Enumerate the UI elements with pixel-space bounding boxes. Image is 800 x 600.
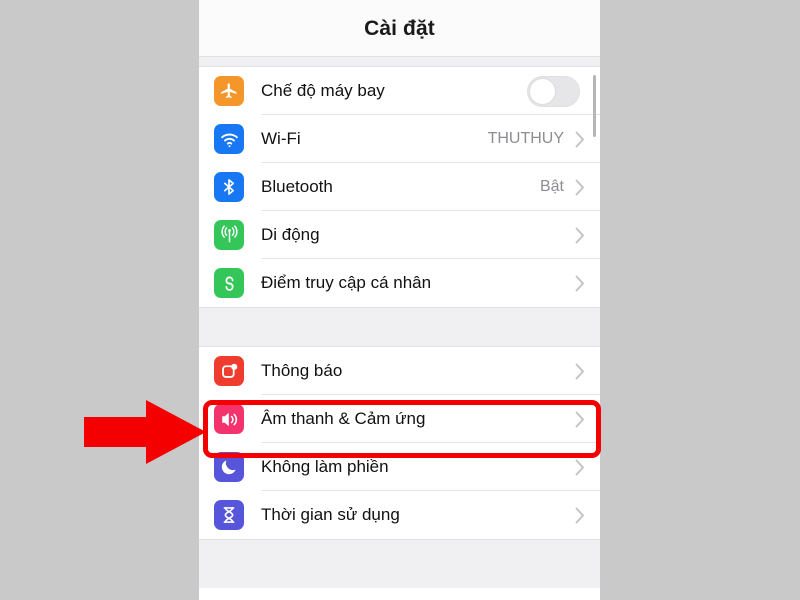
notifications-icon (214, 356, 244, 386)
settings-row-label: Di động (261, 225, 320, 244)
chevron-right-icon (572, 507, 588, 524)
airplane-icon (214, 76, 244, 106)
settings-row-label: Chế độ máy bay (261, 81, 385, 100)
chevron-right-icon (572, 179, 588, 196)
chevron-right-icon (572, 363, 588, 380)
settings-row-bluetooth[interactable]: Bluetooth Bật (199, 163, 600, 211)
settings-row-sounds-haptics[interactable]: Âm thanh & Cảm ứng (199, 395, 600, 443)
chevron-right-icon (572, 275, 588, 292)
settings-row-screen-time[interactable]: Thời gian sử dụng (199, 491, 600, 539)
settings-row-wifi[interactable]: Wi-Fi THUTHUY (199, 115, 600, 163)
chevron-right-icon (572, 227, 588, 244)
settings-group-system: Thông báo Âm thanh & Cảm ứng Không làm p… (199, 346, 600, 540)
settings-row-personal-hotspot[interactable]: Điểm truy cập cá nhân (199, 259, 600, 307)
settings-row-label: Không làm phiền (261, 457, 389, 476)
chevron-right-icon (572, 131, 588, 148)
navigation-bar: Cài đặt (199, 0, 600, 57)
toggle-knob (529, 77, 556, 105)
wifi-icon (214, 124, 244, 154)
settings-row-notifications[interactable]: Thông báo (199, 347, 600, 395)
chevron-right-icon (572, 411, 588, 428)
settings-row-airplane-mode[interactable]: Chế độ máy bay (199, 67, 600, 115)
chevron-right-icon (572, 459, 588, 476)
section-gap-bottom (199, 540, 600, 588)
cellular-icon (214, 220, 244, 250)
vertical-scrollbar[interactable] (593, 75, 596, 137)
page-title: Cài đặt (364, 17, 435, 40)
do-not-disturb-moon-icon (214, 452, 244, 482)
settings-group-connectivity: Chế độ máy bay Wi-Fi THUTHUY Bluetooth B… (199, 66, 600, 308)
settings-row-label: Âm thanh & Cảm ứng (261, 409, 426, 428)
bluetooth-icon (214, 172, 244, 202)
airplane-mode-toggle[interactable] (527, 75, 580, 107)
personal-hotspot-icon (214, 268, 244, 298)
phone-screen: Cài đặt Chế độ máy bay Wi-Fi THUTHUY Blu… (199, 0, 600, 600)
settings-row-value: Bật (539, 178, 564, 195)
settings-row-label: Thông báo (261, 361, 343, 380)
settings-row-label: Bluetooth (261, 177, 333, 196)
settings-row-label: Wi-Fi (261, 129, 301, 148)
settings-row-label: Điểm truy cập cá nhân (261, 273, 432, 292)
screen-time-hourglass-icon (214, 500, 244, 530)
settings-row-label: Thời gian sử dụng (261, 505, 400, 524)
section-gap-top (199, 57, 600, 66)
red-arrow-pointing-right (84, 400, 206, 464)
settings-row-do-not-disturb[interactable]: Không làm phiền (199, 443, 600, 491)
settings-row-value: THUTHUY (487, 130, 564, 147)
section-gap-middle (199, 308, 600, 346)
settings-row-cellular[interactable]: Di động (199, 211, 600, 259)
sounds-haptics-icon (214, 404, 244, 434)
